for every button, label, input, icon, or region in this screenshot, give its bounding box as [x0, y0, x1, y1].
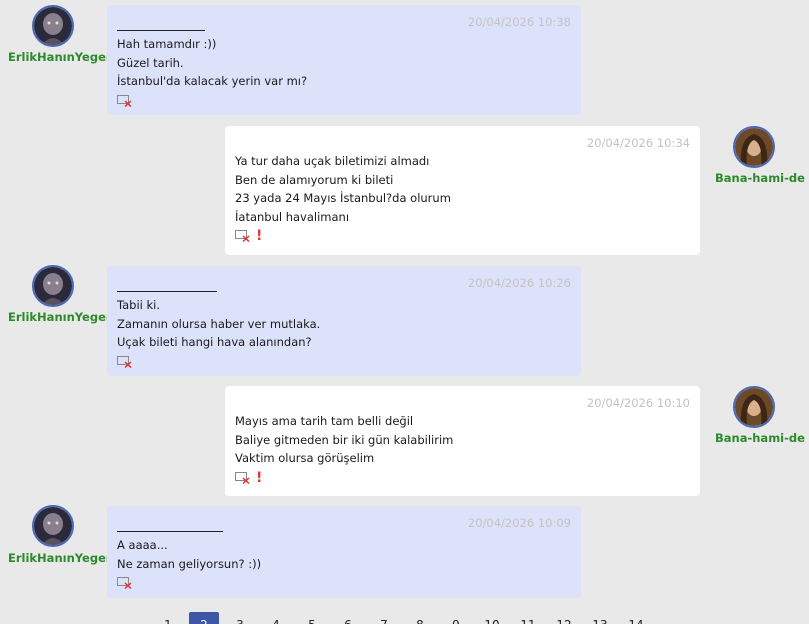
username[interactable]: Bana-hami-de [715, 171, 805, 185]
page-link-1[interactable]: 1 [150, 612, 186, 624]
message-line: Ben de alamıyorum ki bileti [235, 172, 394, 187]
page-link-6[interactable]: 6 [330, 612, 366, 624]
avatar-image [34, 7, 72, 45]
page-link-13[interactable]: 13 [582, 612, 618, 624]
avatar[interactable] [733, 126, 775, 168]
quote-rule [117, 518, 223, 532]
message-line: Baliye gitmeden bir iki gün kalabilirim [235, 432, 454, 447]
message-line: Zamanın olursa haber ver mutlaka. [117, 316, 321, 331]
message-line: Uçak bileti hangi hava alanından? [117, 335, 312, 349]
delete-message-icon[interactable] [117, 94, 132, 107]
avatar-image [34, 507, 72, 545]
message-line: 23 yada 24 Mayıs İstanbul?da olurum [235, 191, 451, 205]
message-timestamp: 20/04/2026 10:38 [467, 15, 571, 29]
message-line: Ya tur daha uçak biletimizi almadı [235, 154, 430, 168]
message-timestamp: 20/04/2026 10:10 [586, 396, 690, 410]
message-line: İatanbul havalimanı [235, 209, 350, 224]
avatar-image [34, 267, 72, 305]
avatar[interactable] [32, 5, 74, 47]
pagination: 1 2 3 4 5 6 7 8 9 10 11 12 13 14 [150, 612, 654, 624]
message-bubble: 20/04/2026 10:26 Tabii ki. Zamanın olurs… [107, 266, 581, 376]
warning-icon[interactable]: ! [256, 471, 262, 485]
avatar[interactable] [32, 265, 74, 307]
page-link-2-current[interactable]: 2 [189, 612, 219, 624]
message-bubble: 20/04/2026 10:38 Hah tamamdır :)) Güzel … [107, 5, 581, 115]
message-line: Hah tamamdır :)) [117, 37, 217, 51]
page-link-3[interactable]: 3 [222, 612, 258, 624]
warning-icon[interactable]: ! [256, 229, 262, 243]
page-link-10[interactable]: 10 [474, 612, 510, 624]
page-link-12[interactable]: 12 [546, 612, 582, 624]
quote-rule [117, 278, 217, 292]
username[interactable]: Bana-hami-de [715, 431, 805, 445]
avatar-image [735, 388, 773, 426]
avatar-image [735, 128, 773, 166]
message-line: A aaaa... [117, 538, 168, 552]
message-timestamp: 20/04/2026 10:26 [467, 276, 571, 290]
message-timestamp: 20/04/2026 10:34 [586, 136, 690, 150]
message-line: Tabii ki. [117, 298, 161, 312]
message-bubble: 20/04/2026 10:10 Mayıs ama tarih tam bel… [225, 386, 700, 496]
page-link-5[interactable]: 5 [294, 612, 330, 624]
page-link-7[interactable]: 7 [366, 612, 402, 624]
avatar[interactable] [32, 505, 74, 547]
delete-message-icon[interactable] [235, 230, 250, 242]
quote-rule [117, 17, 205, 31]
page-link-8[interactable]: 8 [402, 612, 438, 624]
message-line: Ne zaman geliyorsun? :)) [117, 556, 262, 571]
page-link-11[interactable]: 11 [510, 612, 546, 624]
message-line: Mayıs ama tarih tam belli değil [235, 414, 414, 428]
message-line: İstanbul'da kalacak yerin var mı? [117, 74, 308, 88]
message-line: Güzel tarih. [117, 55, 184, 70]
avatar[interactable] [733, 386, 775, 428]
message-timestamp: 20/04/2026 10:09 [467, 516, 571, 530]
delete-message-icon[interactable] [117, 577, 132, 589]
page-link-14[interactable]: 14 [618, 612, 654, 624]
message-bubble: 20/04/2026 10:09 A aaaa... Ne zaman geli… [107, 506, 581, 598]
message-bubble: 20/04/2026 10:34 Ya tur daha uçak bileti… [225, 126, 700, 255]
page-link-4[interactable]: 4 [258, 612, 294, 624]
delete-message-icon[interactable] [235, 471, 250, 484]
message-line: Vaktim olursa görüşelim [235, 451, 375, 465]
delete-message-icon[interactable] [117, 355, 132, 368]
page-link-9[interactable]: 9 [438, 612, 474, 624]
